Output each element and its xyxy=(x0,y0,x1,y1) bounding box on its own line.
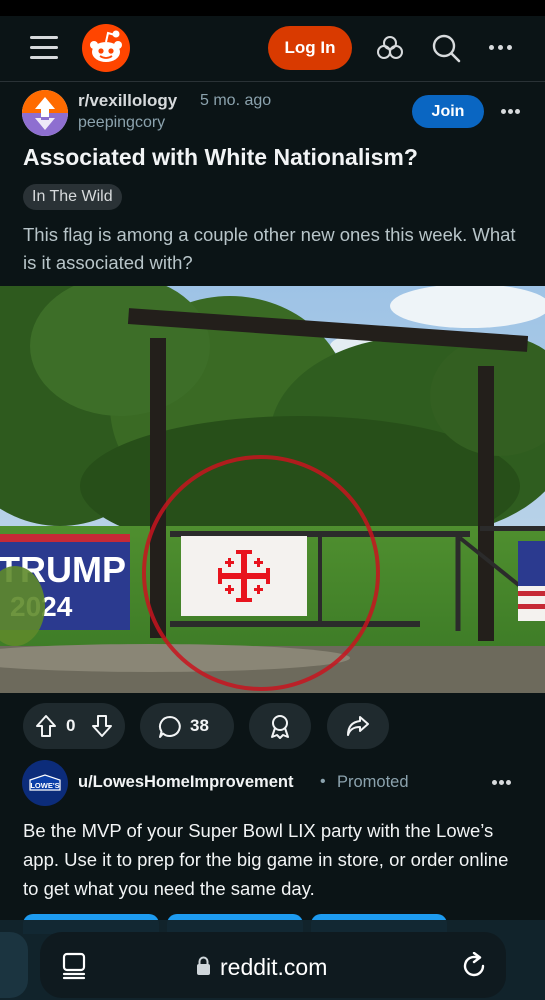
subreddit-avatar[interactable] xyxy=(22,90,68,136)
promoted-label: Promoted xyxy=(337,773,409,791)
join-button[interactable]: Join xyxy=(412,95,484,128)
post-title[interactable]: Associated with White Nationalism? xyxy=(23,144,523,171)
post-author[interactable]: peepingcory xyxy=(78,114,165,132)
browser-bottom-bar: reddit.com xyxy=(0,920,545,1000)
promoted-more-icon[interactable] xyxy=(492,779,516,787)
address-bar[interactable]: reddit.com xyxy=(40,932,506,998)
tabs-icon[interactable] xyxy=(62,952,86,980)
post-image[interactable]: TRUMP 2024 xyxy=(0,286,545,693)
subreddit-name[interactable]: r/vexillology xyxy=(78,91,177,111)
lock-icon xyxy=(197,956,210,975)
lowes-avatar[interactable]: LOWE'S xyxy=(22,760,68,806)
post-age: 5 mo. ago xyxy=(200,92,272,109)
advertise-icon[interactable] xyxy=(374,32,406,64)
reddit-logo[interactable] xyxy=(82,24,130,72)
vote-count: 0 xyxy=(66,716,76,735)
reload-icon[interactable] xyxy=(460,952,488,980)
previous-tab[interactable] xyxy=(0,932,28,998)
upvote-arrow-icon[interactable] xyxy=(35,714,57,738)
login-button[interactable]: Log In xyxy=(268,26,352,70)
post-body[interactable]: This flag is among a couple other new on… xyxy=(23,221,523,277)
post-flair[interactable]: In The Wild xyxy=(23,184,122,210)
promoted-separator: • xyxy=(320,773,326,790)
more-options-icon[interactable] xyxy=(489,44,513,52)
search-icon[interactable] xyxy=(430,32,462,64)
comment-count: 38 xyxy=(190,716,209,735)
lowes-logo-text: LOWE'S xyxy=(30,781,59,790)
post-actions-bar: 0 38 xyxy=(0,703,545,749)
vote-pill: 0 xyxy=(23,703,125,749)
top-nav-bar: Log In xyxy=(0,16,545,82)
share-button[interactable] xyxy=(327,703,389,749)
award-icon xyxy=(271,715,289,739)
comments-button[interactable]: 38 xyxy=(140,703,234,749)
share-arrow-icon xyxy=(347,716,369,736)
comment-bubble-icon xyxy=(159,716,181,738)
downvote-arrow-icon[interactable] xyxy=(91,714,113,738)
promoted-username[interactable]: u/LowesHomeImprovement xyxy=(78,773,293,792)
post-header: r/vexillology 5 mo. ago peepingcory Join xyxy=(0,82,545,142)
promoted-text[interactable]: Be the MVP of your Super Bowl LIX party … xyxy=(23,816,528,903)
status-bar xyxy=(0,0,545,16)
hamburger-icon[interactable] xyxy=(30,36,58,60)
url-text: reddit.com xyxy=(220,954,328,980)
post-more-icon[interactable] xyxy=(501,108,525,116)
promoted-post-header: LOWE'S u/LowesHomeImprovement • Promoted xyxy=(0,758,545,806)
award-button[interactable] xyxy=(249,703,311,749)
